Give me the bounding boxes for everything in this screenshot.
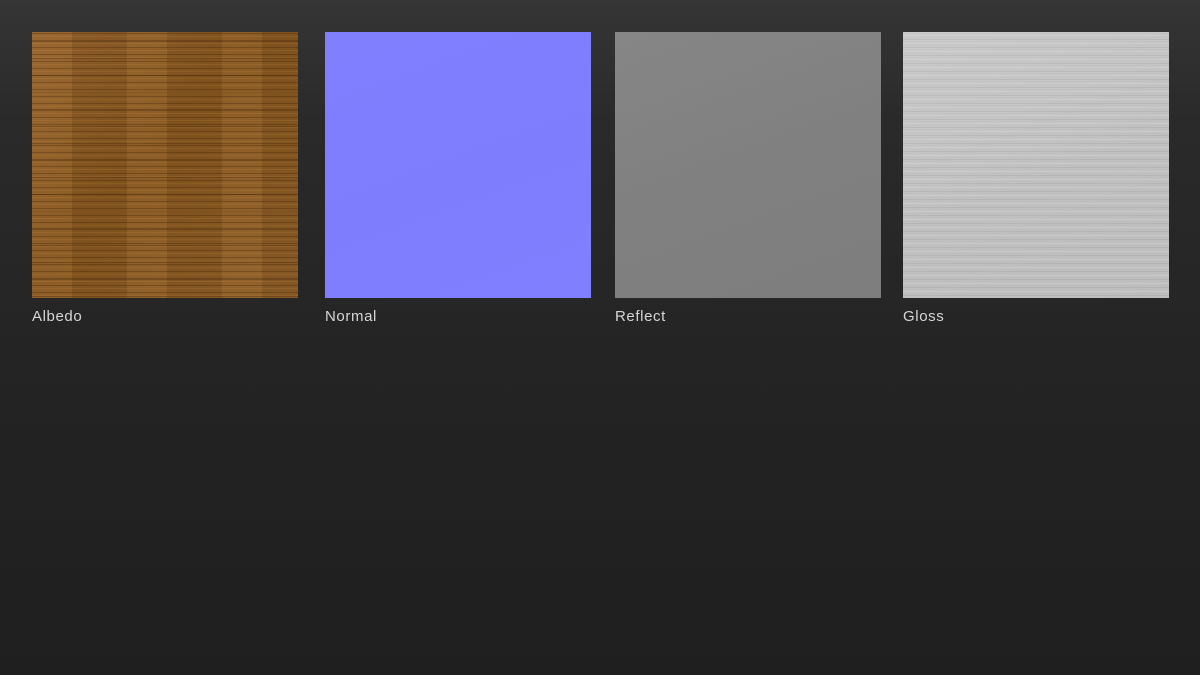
reflect-swatch[interactable] [615, 32, 881, 298]
gloss-label: Gloss [903, 308, 945, 325]
texture-map-grid: Albedo Normal Reflect Gloss [32, 32, 1169, 332]
reflect-label: Reflect [615, 308, 666, 325]
texture-card-albedo[interactable]: Albedo [32, 32, 298, 326]
texture-card-normal[interactable]: Normal [325, 32, 591, 326]
albedo-label: Albedo [32, 308, 83, 325]
texture-card-gloss[interactable]: Gloss [903, 32, 1169, 326]
gloss-swatch[interactable] [903, 32, 1169, 298]
normal-label: Normal [325, 308, 377, 325]
albedo-swatch[interactable] [32, 32, 298, 298]
texture-card-reflect[interactable]: Reflect [615, 32, 881, 326]
normal-swatch[interactable] [325, 32, 591, 298]
